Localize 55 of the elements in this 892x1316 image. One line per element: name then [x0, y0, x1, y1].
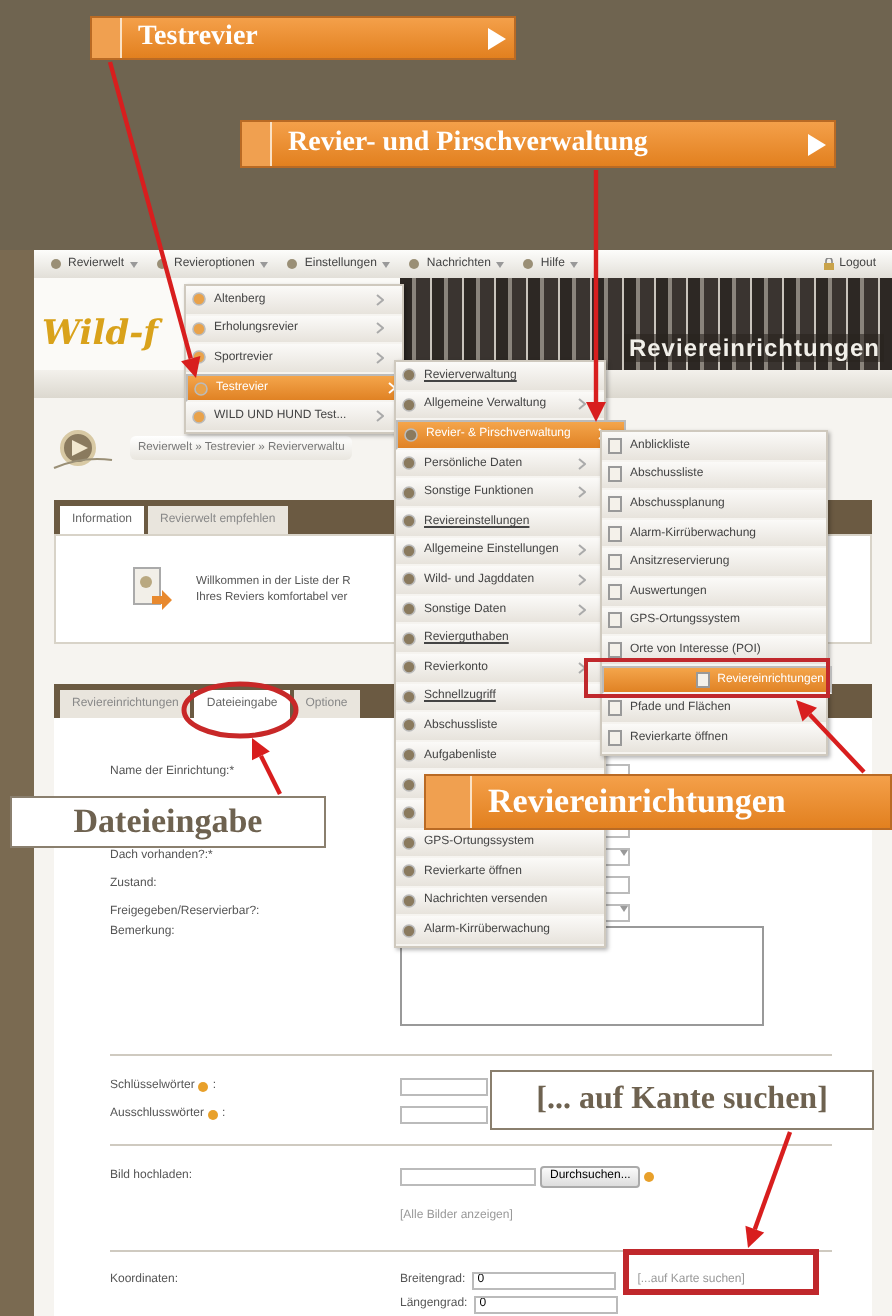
- text-field[interactable]: [400, 1077, 488, 1096]
- logo: Wild-f: [42, 314, 158, 355]
- callout-text: Revier- und Pirschverwaltung: [286, 128, 650, 160]
- arrow: [796, 700, 866, 774]
- lock-icon: [823, 258, 834, 271]
- arrow: [745, 1131, 793, 1248]
- circle-icon: [402, 543, 416, 558]
- caret-icon: [620, 849, 628, 856]
- circle-icon: [402, 806, 416, 821]
- circle-icon: [194, 381, 208, 396]
- triangle-icon: [808, 133, 826, 155]
- circle-icon: [402, 923, 416, 938]
- circle-icon: [156, 258, 169, 271]
- callout-label: [... auf Kante suchen]: [490, 1070, 874, 1130]
- caret-icon: [130, 261, 139, 268]
- document-icon: [132, 565, 172, 614]
- triangle-icon: [488, 27, 506, 49]
- circle-icon: [402, 514, 416, 529]
- circle-icon: [402, 631, 416, 646]
- circle-icon: [402, 397, 416, 412]
- circle-icon: [402, 572, 416, 587]
- circle-icon: [402, 660, 416, 675]
- circle-icon: [402, 602, 416, 617]
- caret-icon: [620, 905, 628, 912]
- circle-icon: [402, 748, 416, 763]
- callout-label: Dateieingabe: [10, 796, 326, 848]
- page-title: Reviereinrichtungen: [624, 334, 884, 363]
- circle-icon: [50, 258, 62, 271]
- circle-icon: [192, 409, 206, 424]
- circle-icon: [402, 368, 416, 383]
- circle-icon: [402, 689, 416, 704]
- circle-icon: [402, 485, 416, 500]
- circle-icon: [402, 835, 416, 850]
- document-icon: [695, 672, 710, 689]
- callout-text: Reviereinrichtungen: [486, 782, 788, 822]
- circle-icon: [402, 777, 416, 792]
- circle-icon: [286, 258, 299, 271]
- caret-icon: [570, 261, 579, 268]
- circle-icon: [402, 864, 416, 879]
- file-field[interactable]: [400, 1167, 536, 1186]
- arrow: [252, 738, 282, 795]
- caret-icon: [496, 261, 505, 268]
- text-field[interactable]: [400, 1105, 488, 1124]
- caret-icon: [382, 261, 391, 268]
- circle-icon: [522, 258, 535, 271]
- circle-icon: [402, 718, 416, 733]
- circle-icon: [192, 292, 206, 307]
- caret-icon: [260, 261, 269, 268]
- circle-icon: [404, 427, 418, 442]
- circle-icon: [402, 893, 416, 908]
- circle-icon: [408, 258, 421, 271]
- circle-icon: [402, 456, 416, 471]
- circle-icon: [192, 321, 206, 336]
- highlight-ellipse: [181, 681, 299, 739]
- callout-text: Testrevier: [136, 22, 260, 54]
